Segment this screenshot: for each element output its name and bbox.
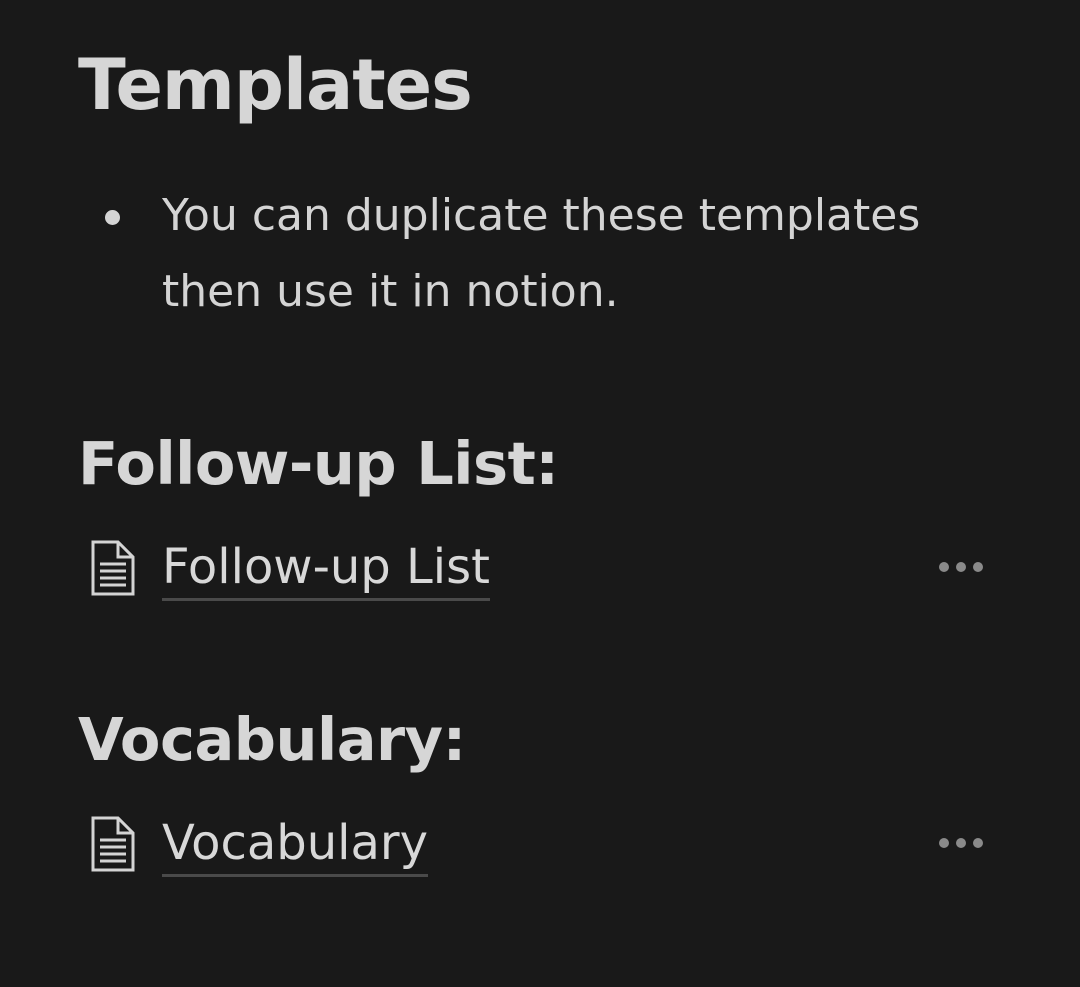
heading-vocabulary[interactable]: Vocabulary: — [78, 710, 466, 769]
heading-follow-up-list[interactable]: Follow-up List: — [78, 434, 559, 493]
page-link-label[interactable]: Vocabulary — [162, 814, 429, 877]
page-icon — [91, 816, 135, 872]
notion-page: Templates You can duplicate these templa… — [0, 0, 1080, 987]
more-icon[interactable] — [936, 557, 986, 577]
page-icon — [91, 540, 135, 596]
bullet-text[interactable]: You can duplicate these templates then u… — [162, 178, 992, 330]
page-link-vocabulary[interactable]: Vocabulary — [80, 808, 1000, 878]
bullet-dot — [105, 210, 120, 225]
more-icon[interactable] — [936, 833, 986, 853]
page-title: Templates — [78, 44, 473, 126]
page-link-follow-up-list[interactable]: Follow-up List — [80, 532, 1000, 602]
page-link-label[interactable]: Follow-up List — [162, 538, 490, 601]
